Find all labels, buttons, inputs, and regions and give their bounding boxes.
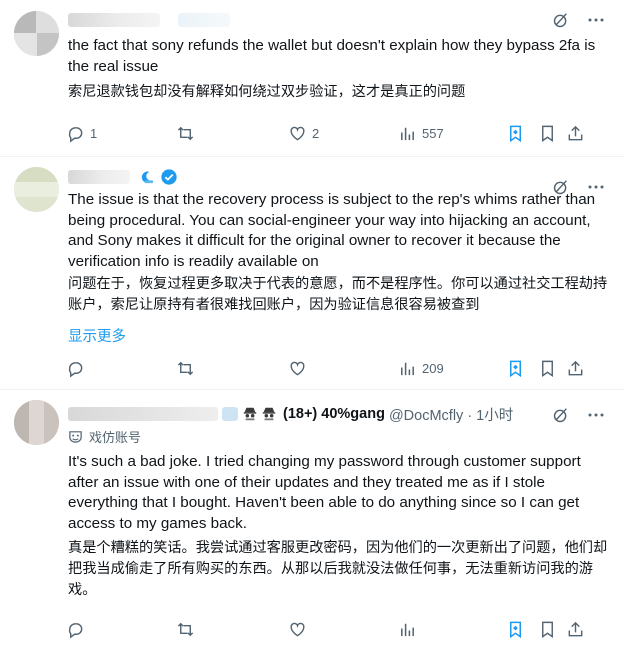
like-button[interactable]: 2 xyxy=(288,122,319,144)
views-count: 557 xyxy=(422,125,444,141)
grok-bookmark-button[interactable] xyxy=(506,618,525,640)
grok-bookmark-button[interactable] xyxy=(506,357,525,379)
reply-icon xyxy=(68,361,83,378)
more-icon[interactable] xyxy=(586,406,606,424)
views-icon xyxy=(401,127,414,140)
repost-icon xyxy=(177,126,194,140)
like-count: 2 xyxy=(312,125,320,141)
parody-label: 戏仿账号 xyxy=(68,427,141,446)
reply-button[interactable] xyxy=(66,618,90,640)
verified-badge-icon xyxy=(161,169,177,185)
reply-count: 1 xyxy=(90,125,98,141)
post-text-zh: 索尼退款钱包却没有解释如何绕过双步验证，这才是真正的问题 xyxy=(68,84,466,100)
grok-icon[interactable] xyxy=(552,406,570,424)
views-button[interactable] xyxy=(398,618,422,640)
redacted-name xyxy=(68,407,218,421)
grok-bookmark-icon xyxy=(509,360,522,377)
repost-icon xyxy=(177,622,194,636)
handle-and-time[interactable]: @DocMcfly · 1小时 xyxy=(389,404,513,425)
post-text-en: The issue is that the recovery process i… xyxy=(68,191,596,270)
share-icon xyxy=(568,125,583,140)
redacted-name xyxy=(68,170,130,184)
reply-post-1[interactable]: the fact that sony refunds the wallet bu… xyxy=(0,0,624,157)
spy-emoji-icon xyxy=(243,407,257,421)
views-icon xyxy=(401,362,414,375)
share-button[interactable] xyxy=(566,357,585,379)
grok-icon[interactable] xyxy=(552,11,570,29)
show-more-link[interactable]: 显示更多 xyxy=(68,325,126,346)
bookmark-button[interactable] xyxy=(538,618,557,640)
like-button[interactable] xyxy=(288,357,312,379)
redacted-handle xyxy=(178,13,230,27)
post-header xyxy=(68,166,606,195)
reply-post-3[interactable]: (18+) 40%gang @DocMcfly · 1小时 戏仿账号 It's … xyxy=(0,390,624,659)
emoji-icon xyxy=(141,171,154,184)
post-header: (18+) 40%gang @DocMcfly · 1小时 xyxy=(68,404,513,424)
reply-button[interactable] xyxy=(66,357,90,379)
like-icon xyxy=(290,622,305,637)
avatar[interactable] xyxy=(14,400,59,445)
views-button[interactable]: 209 xyxy=(398,357,444,379)
like-button[interactable] xyxy=(288,618,312,640)
views-count: 209 xyxy=(422,360,444,376)
repost-button[interactable] xyxy=(176,357,200,379)
redacted-name xyxy=(68,13,160,27)
bookmark-icon xyxy=(542,621,553,638)
views-button[interactable]: 557 xyxy=(398,122,444,144)
post-text-zh: 真是个糟糕的笑话。我尝试通过客服更改密码，因为他们的一次更新出了问题，他们却把我… xyxy=(68,540,608,598)
redacted-emoji xyxy=(222,407,238,421)
repost-button[interactable] xyxy=(176,122,200,144)
like-icon xyxy=(290,126,305,141)
avatar[interactable] xyxy=(14,167,59,212)
share-button[interactable] xyxy=(566,122,585,144)
action-bar: 209 xyxy=(66,357,606,379)
share-button[interactable] xyxy=(566,618,585,640)
repost-icon xyxy=(177,361,194,375)
views-icon xyxy=(401,623,414,636)
share-icon xyxy=(568,360,583,375)
action-bar xyxy=(66,618,606,640)
post-text-zh: 问题在于，恢复过程更多取决于代表的意愿，而不是程序性。你可以通过社交工程劫持账户… xyxy=(68,276,608,313)
share-icon xyxy=(568,621,583,636)
bookmark-button[interactable] xyxy=(538,357,557,379)
repost-button[interactable] xyxy=(176,618,200,640)
avatar[interactable] xyxy=(14,11,59,56)
post-text-en: the fact that sony refunds the wallet bu… xyxy=(68,37,596,75)
grok-bookmark-button[interactable] xyxy=(506,122,525,144)
like-icon xyxy=(290,361,305,376)
grok-bookmark-icon xyxy=(509,125,522,142)
display-name[interactable]: (18+) 40%gang xyxy=(283,406,385,422)
bookmark-icon xyxy=(542,360,553,377)
reply-icon xyxy=(68,622,83,639)
post-text-en: It's such a bad joke. I tried changing m… xyxy=(68,453,581,532)
bookmark-button[interactable] xyxy=(538,122,557,144)
reply-post-2[interactable]: The issue is that the recovery process i… xyxy=(0,157,624,390)
parody-label-text: 戏仿账号 xyxy=(89,431,142,446)
reply-icon xyxy=(68,126,83,143)
post-header xyxy=(68,9,606,31)
spy-emoji-icon xyxy=(262,407,276,421)
action-bar: 1 2 557 xyxy=(66,122,606,144)
reply-button[interactable]: 1 xyxy=(66,122,97,144)
parody-icon xyxy=(69,431,82,443)
more-icon[interactable] xyxy=(586,11,606,29)
bookmark-icon xyxy=(542,125,553,142)
grok-bookmark-icon xyxy=(509,621,522,638)
